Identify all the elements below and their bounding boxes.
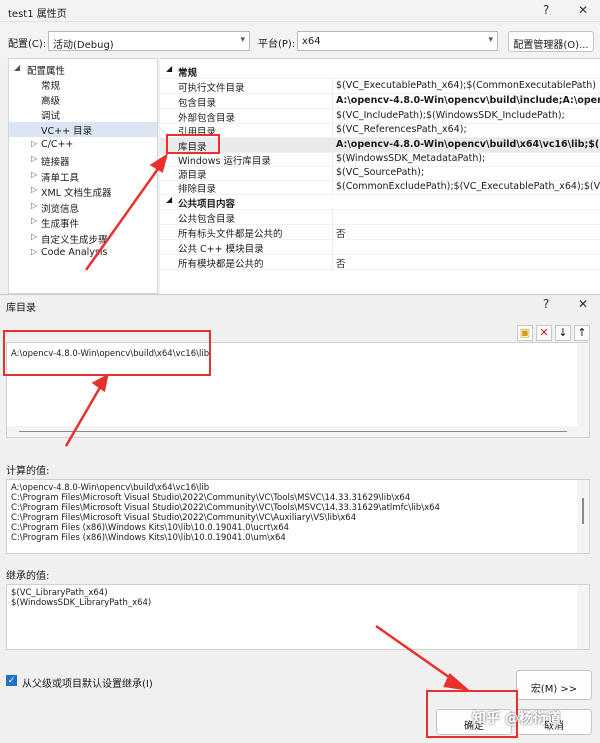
watermark: 知乎 @杨衍道 (472, 711, 561, 727)
annotation-arrows (64, 153, 470, 691)
